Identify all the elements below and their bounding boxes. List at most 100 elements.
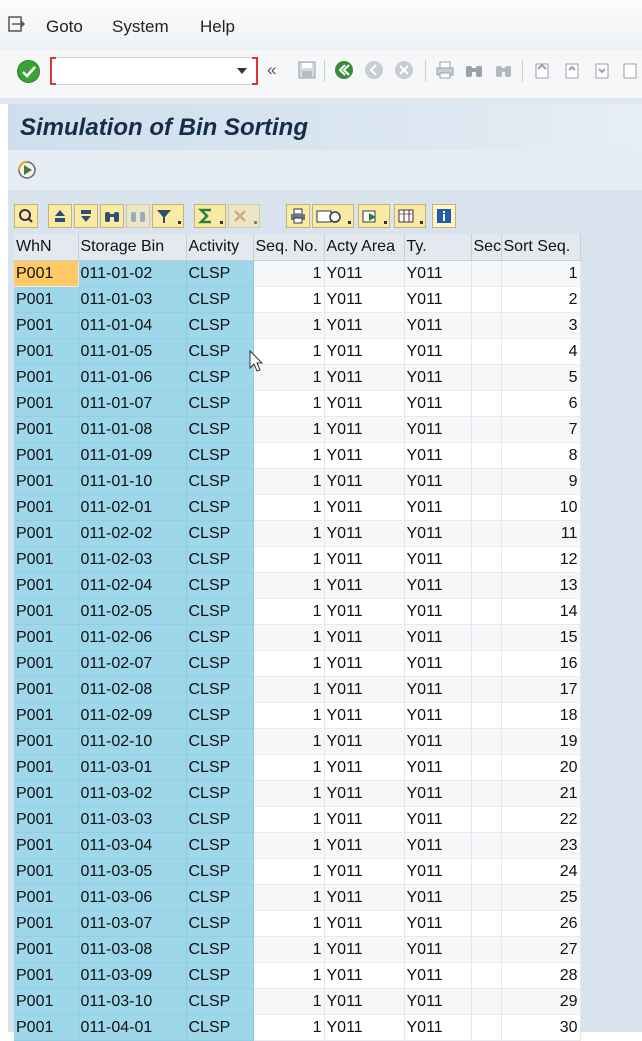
sum-button[interactable] (194, 204, 226, 228)
col-whn-cell[interactable]: P001 (14, 260, 79, 287)
col-activity-cell[interactable]: CLSP (186, 520, 254, 547)
col-acty-area-cell[interactable]: Y011 (324, 858, 405, 885)
col-sort-seq-cell[interactable]: 17 (501, 676, 581, 703)
col-storage-bin-cell[interactable]: 011-01-08 (78, 416, 187, 443)
col-storage-bin-cell[interactable]: 011-03-02 (78, 780, 187, 807)
col-seq-no-cell[interactable]: 1 (253, 260, 325, 287)
col-acty-area-cell[interactable]: Y011 (324, 832, 405, 859)
col-section-cell[interactable] (471, 858, 502, 885)
col-whn-cell[interactable]: P001 (14, 780, 79, 807)
col-storage-bin-cell[interactable]: 011-01-06 (78, 364, 187, 391)
layout-button[interactable] (394, 204, 426, 228)
table-row[interactable]: P001 011-03-10 CLSP 1 Y011 Y011 29 (14, 988, 581, 1015)
col-type-cell[interactable]: Y011 (404, 858, 472, 885)
col-type-cell[interactable]: Y011 (404, 520, 472, 547)
col-section-cell[interactable] (471, 364, 502, 391)
col-sort-seq-cell[interactable]: 19 (501, 728, 581, 755)
col-section-cell[interactable] (471, 312, 502, 339)
col-sort-seq-cell[interactable]: 18 (501, 702, 581, 729)
col-activity-cell[interactable]: CLSP (186, 728, 254, 755)
col-type-cell[interactable]: Y011 (404, 832, 472, 859)
menu-help[interactable]: Help (200, 17, 235, 37)
col-section-cell[interactable] (471, 806, 502, 833)
col-acty-area-cell[interactable]: Y011 (324, 598, 405, 625)
col-seq-no-cell[interactable]: 1 (253, 390, 325, 417)
col-acty-area-cell[interactable]: Y011 (324, 260, 405, 287)
col-activity-cell[interactable]: CLSP (186, 598, 254, 625)
col-sort-seq-cell[interactable]: 25 (501, 884, 581, 911)
col-activity-cell[interactable]: CLSP (186, 884, 254, 911)
col-type-cell[interactable]: Y011 (404, 884, 472, 911)
col-type-cell[interactable]: Y011 (404, 416, 472, 443)
col-seq-no-cell[interactable]: 1 (253, 1014, 325, 1041)
col-acty-area-cell[interactable]: Y011 (324, 572, 405, 599)
col-seq-no-cell[interactable]: 1 (253, 832, 325, 859)
col-type-cell[interactable]: Y011 (404, 390, 472, 417)
col-whn-cell[interactable]: P001 (14, 442, 79, 469)
print-icon[interactable] (435, 60, 455, 80)
col-acty-area-cell[interactable]: Y011 (324, 884, 405, 911)
col-whn-cell[interactable]: P001 (14, 546, 79, 573)
col-section-cell[interactable] (471, 286, 502, 313)
col-seq-no-cell[interactable]: 1 (253, 806, 325, 833)
col-whn-cell[interactable]: P001 (14, 390, 79, 417)
col-activity-cell[interactable]: CLSP (186, 364, 254, 391)
col-seq-no-cell[interactable]: 1 (253, 416, 325, 443)
col-sort-seq-cell[interactable]: 1 (501, 260, 581, 287)
col-sort-seq-cell[interactable]: 22 (501, 806, 581, 833)
col-sort-seq-cell[interactable]: 21 (501, 780, 581, 807)
table-row[interactable]: P001 011-01-09 CLSP 1 Y011 Y011 8 (14, 442, 581, 469)
col-section-cell[interactable] (471, 598, 502, 625)
col-sort-seq-cell[interactable]: 7 (501, 416, 581, 443)
col-seq-no-cell[interactable]: 1 (253, 624, 325, 651)
col-acty-area-cell[interactable]: Y011 (324, 962, 405, 989)
table-row[interactable]: P001 011-03-02 CLSP 1 Y011 Y011 21 (14, 780, 581, 807)
col-seq-no-cell[interactable]: 1 (253, 780, 325, 807)
col-seq-no-cell[interactable]: 1 (253, 520, 325, 547)
col-storage-bin-cell[interactable]: 011-03-06 (78, 884, 187, 911)
session-menu-icon[interactable] (8, 16, 26, 32)
col-seq-no-cell[interactable]: 1 (253, 598, 325, 625)
col-acty-area-cell[interactable]: Y011 (324, 936, 405, 963)
col-sort-seq-cell[interactable]: 30 (501, 1014, 581, 1041)
col-acty-area-cell[interactable]: Y011 (324, 520, 405, 547)
col-activity-cell[interactable]: CLSP (186, 546, 254, 573)
col-acty-area-cell[interactable]: Y011 (324, 338, 405, 365)
col-acty-area-cell[interactable]: Y011 (324, 390, 405, 417)
col-section-cell[interactable] (471, 936, 502, 963)
table-row[interactable]: P001 011-03-03 CLSP 1 Y011 Y011 22 (14, 806, 581, 833)
table-row[interactable]: P001 011-01-08 CLSP 1 Y011 Y011 7 (14, 416, 581, 443)
col-storage-bin-cell[interactable]: 011-01-05 (78, 338, 187, 365)
save-icon[interactable] (297, 60, 317, 80)
col-activity-cell[interactable]: CLSP (186, 468, 254, 495)
col-storage-bin-cell[interactable]: 011-03-04 (78, 832, 187, 859)
subtotal-button[interactable] (228, 204, 260, 228)
col-seq-no-cell[interactable]: 1 (253, 936, 325, 963)
col-type-cell[interactable]: Y011 (404, 910, 472, 937)
col-section-cell[interactable] (471, 390, 502, 417)
next-page-icon[interactable] (592, 60, 612, 80)
col-section-cell[interactable] (471, 624, 502, 651)
col-type-cell[interactable]: Y011 (404, 676, 472, 703)
execute-icon[interactable] (16, 159, 38, 181)
col-sort-seq-cell[interactable]: 28 (501, 962, 581, 989)
col-acty-area-cell[interactable]: Y011 (324, 1014, 405, 1041)
table-row[interactable]: P001 011-02-08 CLSP 1 Y011 Y011 17 (14, 676, 581, 703)
col-section-cell[interactable] (471, 676, 502, 703)
col-storage-bin-cell[interactable]: 011-01-04 (78, 312, 187, 339)
col-whn-cell[interactable]: P001 (14, 676, 79, 703)
col-seq-no-cell[interactable]: 1 (253, 468, 325, 495)
col-section-cell[interactable] (471, 260, 502, 287)
sort-descending-button[interactable] (74, 204, 98, 228)
last-page-icon[interactable] (620, 60, 640, 80)
col-storage-bin-cell[interactable]: 011-02-04 (78, 572, 187, 599)
col-whn-cell[interactable]: P001 (14, 1014, 79, 1041)
col-seq-no-cell[interactable]: 1 (253, 858, 325, 885)
col-section-cell[interactable] (471, 494, 502, 521)
sort-ascending-button[interactable] (48, 204, 72, 228)
collapse-command-icon[interactable]: « (267, 60, 276, 80)
col-type-cell[interactable]: Y011 (404, 442, 472, 469)
col-section-cell[interactable] (471, 338, 502, 365)
col-sort-seq-cell[interactable]: 13 (501, 572, 581, 599)
table-row[interactable]: P001 011-02-04 CLSP 1 Y011 Y011 13 (14, 572, 581, 599)
